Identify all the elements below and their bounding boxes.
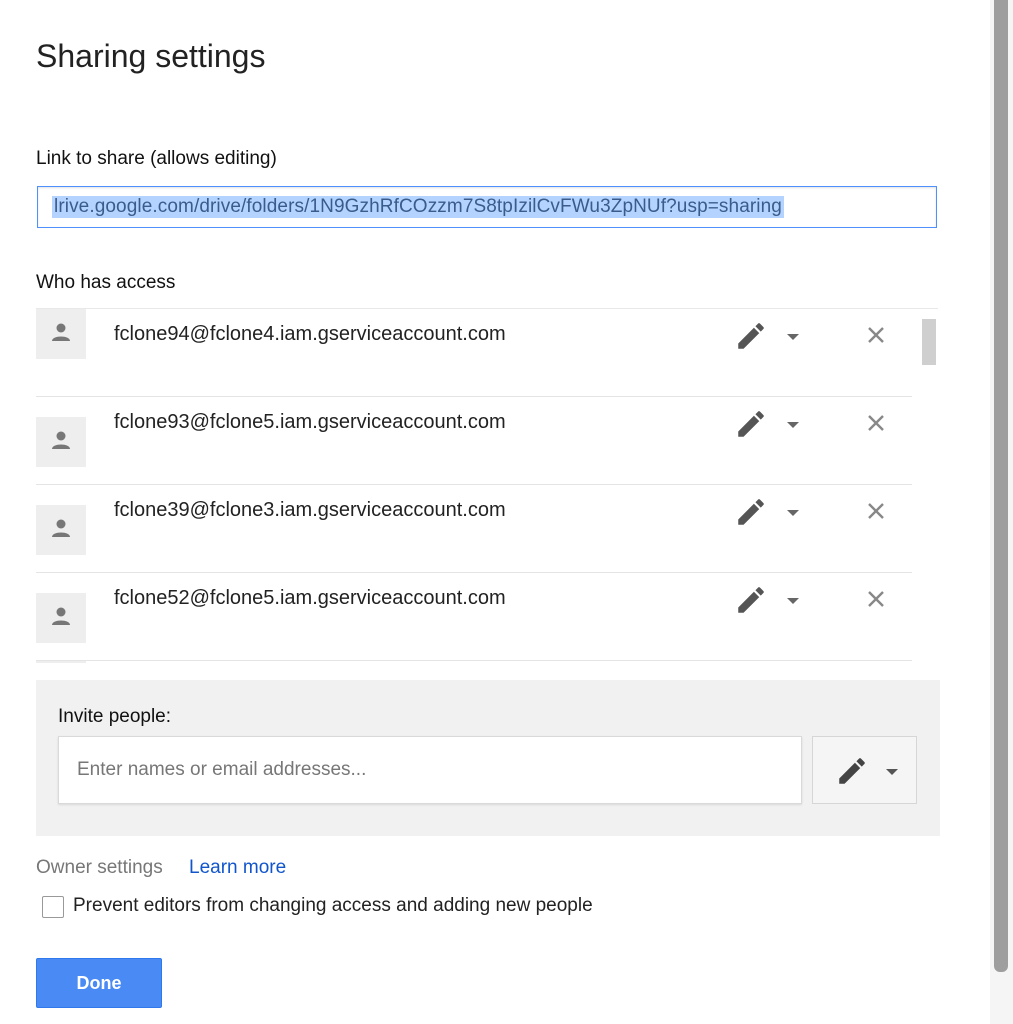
- chevron-down-icon: [787, 422, 799, 428]
- done-button[interactable]: Done: [36, 958, 162, 1008]
- invite-input[interactable]: Enter names or email addresses...: [58, 736, 802, 804]
- avatar: [36, 417, 86, 467]
- learn-more-link[interactable]: Learn more: [189, 857, 286, 879]
- share-link-field[interactable]: lrive.google.com/drive/folders/1N9GzhRfC…: [37, 186, 937, 228]
- access-row: fclone52@fclone5.iam.gserviceaccount.com: [36, 573, 912, 661]
- person-icon: [52, 607, 70, 625]
- avatar: [36, 505, 86, 555]
- pencil-icon: [839, 758, 865, 784]
- access-email: fclone52@fclone5.iam.gserviceaccount.com: [114, 587, 506, 609]
- person-icon: [52, 519, 70, 537]
- access-list-scrollbar-thumb[interactable]: [922, 319, 936, 365]
- person-icon: [52, 323, 70, 341]
- prevent-editors-label[interactable]: Prevent editors from changing access and…: [73, 895, 593, 917]
- avatar: [36, 593, 86, 643]
- access-email: fclone39@fclone3.iam.gserviceaccount.com: [114, 499, 506, 521]
- access-email: fclone93@fclone5.iam.gserviceaccount.com: [114, 411, 506, 433]
- access-row: fclone94@fclone4.iam.gserviceaccount.com: [36, 309, 912, 397]
- permission-dropdown[interactable]: [730, 577, 806, 617]
- pencil-icon: [738, 499, 764, 525]
- permission-dropdown[interactable]: [730, 489, 806, 529]
- invite-permission-dropdown[interactable]: [812, 736, 917, 804]
- access-list[interactable]: fclone94@fclone4.iam.gserviceaccount.com: [36, 308, 938, 663]
- person-icon: [52, 431, 70, 449]
- share-link-text[interactable]: lrive.google.com/drive/folders/1N9GzhRfC…: [52, 196, 784, 218]
- who-has-access-label: Who has access: [36, 272, 176, 293]
- permission-dropdown[interactable]: [730, 401, 806, 441]
- close-icon[interactable]: [864, 411, 888, 435]
- pencil-icon: [738, 411, 764, 437]
- invite-panel: Invite people: Enter names or email addr…: [36, 680, 940, 836]
- link-to-share-label: Link to share (allows editing): [36, 148, 277, 169]
- close-icon[interactable]: [864, 323, 888, 347]
- close-icon[interactable]: [864, 499, 888, 523]
- pencil-icon: [738, 323, 764, 349]
- access-row: fclone93@fclone5.iam.gserviceaccount.com: [36, 397, 912, 485]
- owner-settings-label: Owner settings: [36, 857, 163, 878]
- chevron-down-icon: [787, 334, 799, 340]
- access-email: fclone94@fclone4.iam.gserviceaccount.com: [114, 323, 506, 345]
- avatar: [36, 661, 86, 663]
- prevent-editors-checkbox[interactable]: [42, 896, 64, 918]
- permission-dropdown[interactable]: [730, 313, 806, 353]
- access-row: fclone39@fclone3.iam.gserviceaccount.com: [36, 485, 912, 573]
- chevron-down-icon: [787, 598, 799, 604]
- invite-people-label: Invite people:: [58, 706, 172, 727]
- close-icon[interactable]: [864, 587, 888, 611]
- chevron-down-icon: [787, 510, 799, 516]
- sharing-settings-dialog: Sharing settings Link to share (allows e…: [0, 0, 990, 1024]
- chevron-down-icon: [886, 769, 898, 775]
- page-scrollbar[interactable]: [994, 0, 1008, 972]
- avatar: [36, 309, 86, 359]
- invite-input-placeholder[interactable]: Enter names or email addresses...: [77, 759, 366, 781]
- pencil-icon: [738, 587, 764, 613]
- dialog-title: Sharing settings: [36, 38, 266, 74]
